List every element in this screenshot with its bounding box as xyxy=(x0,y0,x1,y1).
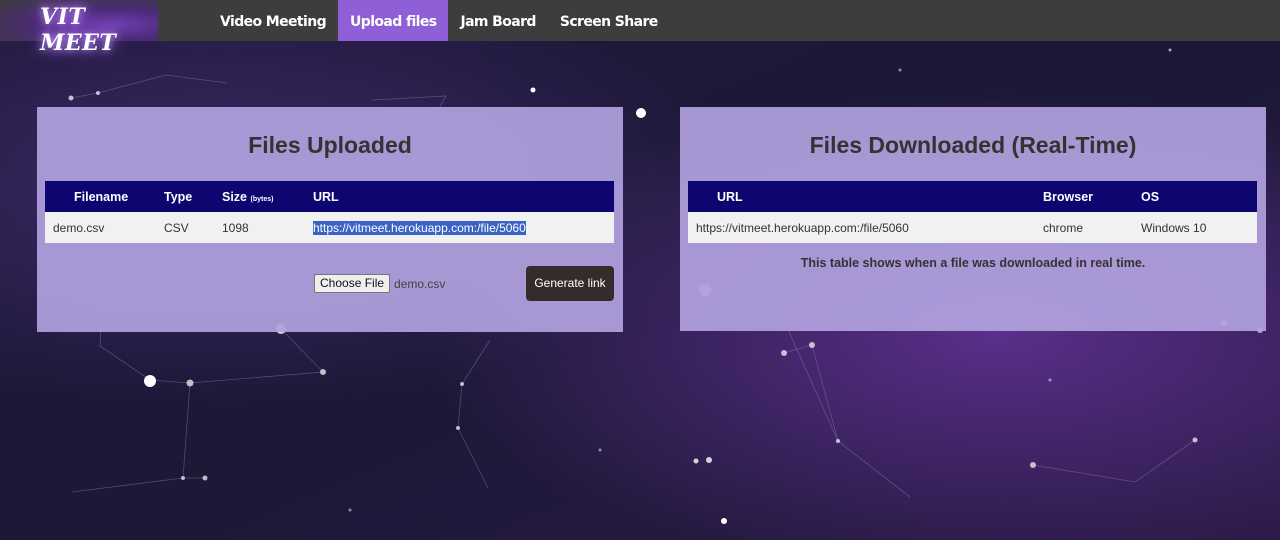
column-header-browser: Browser xyxy=(1043,181,1141,212)
size-unit-label: (bytes) xyxy=(250,195,274,203)
table-header-row: Filename Type Size (bytes) URL xyxy=(45,181,614,212)
uploaded-file-url-link[interactable]: https://vitmeet.herokuapp.com:/file/5060 xyxy=(313,220,526,235)
cell-filename: demo.csv xyxy=(45,212,164,243)
cell-url: https://vitmeet.herokuapp.com:/file/5060 xyxy=(313,212,614,243)
nav-menu: Video Meeting Upload files Jam Board Scr… xyxy=(208,0,670,41)
column-header-size: Size (bytes) xyxy=(222,181,313,212)
files-uploaded-title: Files Uploaded xyxy=(248,132,412,158)
logo-container[interactable]: VIT MEET xyxy=(0,0,158,56)
files-downloaded-title: Files Downloaded (Real-Time) xyxy=(809,132,1137,158)
realtime-note: This table shows when a file was downloa… xyxy=(800,256,1146,270)
nav-item-upload-files[interactable]: Upload files xyxy=(338,0,449,41)
column-header-url: URL xyxy=(688,181,1043,212)
cell-os: Windows 10 xyxy=(1141,212,1257,243)
table-row: https://vitmeet.herokuapp.com:/file/5060… xyxy=(688,212,1257,243)
chosen-file-name: demo.csv xyxy=(394,276,446,291)
cell-browser: chrome xyxy=(1043,212,1141,243)
cell-type: CSV xyxy=(164,212,222,243)
nav-item-screen-share[interactable]: Screen Share xyxy=(548,0,670,41)
column-header-os: OS xyxy=(1141,181,1257,212)
table-row: demo.csv CSV 1098 https://vitmeet.heroku… xyxy=(45,212,614,243)
files-downloaded-panel: Files Downloaded (Real-Time) URL Browser… xyxy=(680,107,1266,331)
column-header-url: URL xyxy=(313,181,614,212)
column-header-filename: Filename xyxy=(45,181,164,212)
generate-link-button[interactable]: Generate link xyxy=(526,266,614,301)
size-header-label: Size xyxy=(222,189,248,204)
choose-file-button[interactable]: Choose File xyxy=(314,274,391,293)
uploaded-files-table: Filename Type Size (bytes) URL demo.csv … xyxy=(45,181,614,243)
nav-item-video-meeting[interactable]: Video Meeting xyxy=(208,0,338,41)
nav-item-jam-board[interactable]: Jam Board xyxy=(448,0,547,41)
table-header-row: URL Browser OS xyxy=(688,181,1257,212)
files-uploaded-panel: Files Uploaded Filename Type Size (bytes… xyxy=(37,107,623,332)
file-input-group: Choose File demo.csv xyxy=(314,274,445,293)
cell-size: 1098 xyxy=(222,212,313,243)
downloaded-files-table: URL Browser OS https://vitmeet.herokuapp… xyxy=(688,181,1257,243)
top-navbar: VIT MEET Video Meeting Upload files Jam … xyxy=(0,0,1280,56)
app-logo[interactable]: VIT MEET xyxy=(40,4,158,56)
column-header-type: Type xyxy=(164,181,222,212)
cell-url: https://vitmeet.herokuapp.com:/file/5060 xyxy=(688,212,1043,243)
